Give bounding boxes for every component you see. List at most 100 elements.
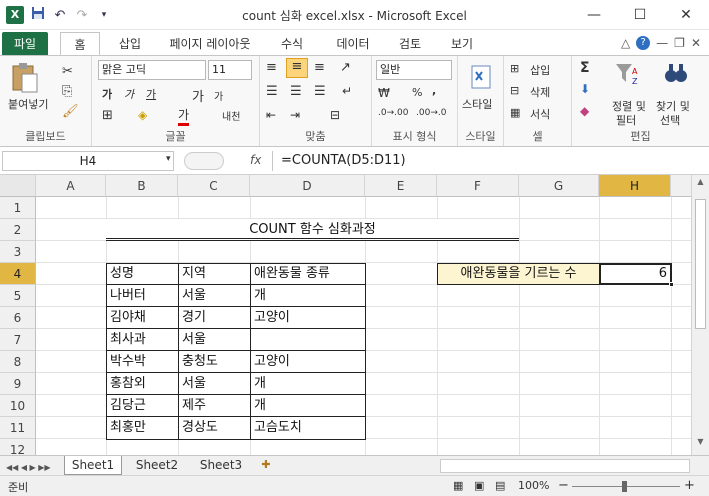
tab-home[interactable]: 홈	[60, 32, 100, 57]
table-cell[interactable]: 박수박	[106, 351, 146, 373]
row-header-3[interactable]: 3	[0, 241, 36, 263]
help-icon[interactable]: ?	[636, 36, 651, 50]
table-cell[interactable]: 제주	[178, 395, 206, 417]
table-cell[interactable]: 서울	[178, 373, 206, 395]
increase-decimal-icon[interactable]: .0→.00	[378, 108, 408, 118]
workbook-close-icon[interactable]: ✕	[691, 36, 701, 50]
insert-cells-button[interactable]: 삽입	[530, 62, 550, 78]
header-cell-region[interactable]: 지역	[178, 263, 206, 285]
comma-button[interactable]: ,	[432, 84, 436, 97]
row-header-6[interactable]: 6	[0, 307, 36, 329]
page-break-view-icon[interactable]: ▤	[495, 479, 505, 492]
row-header-12[interactable]: 12	[0, 439, 36, 455]
styles-button[interactable]: 스타일	[462, 96, 492, 112]
zoom-slider-thumb[interactable]	[622, 481, 627, 492]
font-size-select[interactable]: 11	[208, 60, 252, 80]
currency-icon[interactable]: ₩	[378, 86, 390, 100]
align-center-icon[interactable]: ☰	[290, 84, 302, 99]
italic-button[interactable]: 가	[124, 86, 134, 102]
format-cells-icon[interactable]: ▦	[510, 106, 520, 119]
pet-owner-count-label[interactable]: 애완동물을 기르는 수	[437, 263, 600, 285]
table-cell[interactable]: 개	[250, 395, 266, 417]
insert-function-button[interactable]: fx	[250, 153, 261, 167]
column-header-h[interactable]: H	[599, 175, 671, 197]
sort-filter-button-line2[interactable]: 필터	[616, 112, 636, 128]
scrollbar-thumb[interactable]	[695, 199, 706, 329]
tab-view[interactable]: 보기	[442, 32, 482, 56]
name-box-dropdown-icon[interactable]: ▾	[166, 154, 171, 164]
sheet-tab-2[interactable]: Sheet2	[128, 456, 186, 475]
underline-button[interactable]: 가	[146, 86, 156, 102]
table-cell[interactable]: 고슴도치	[250, 417, 302, 439]
align-left-icon[interactable]: ☰	[266, 84, 278, 99]
decrease-decimal-icon[interactable]: .00→.0	[416, 108, 446, 118]
row-header-10[interactable]: 10	[0, 395, 36, 417]
table-cell[interactable]: 서울	[178, 329, 206, 351]
styles-icon[interactable]	[470, 64, 492, 93]
delete-cells-icon[interactable]: ⊟	[510, 84, 519, 97]
sheet-tab-3[interactable]: Sheet3	[192, 456, 250, 475]
number-format-select[interactable]: 일반	[376, 60, 452, 80]
phonetic-button[interactable]: 내천	[222, 108, 240, 123]
find-select-button-line2[interactable]: 선택	[660, 112, 680, 128]
column-header-b[interactable]: B	[106, 175, 178, 197]
find-select-icon[interactable]	[662, 60, 690, 91]
horizontal-scrollbar[interactable]	[440, 459, 690, 473]
align-top-icon[interactable]: ≡	[266, 60, 277, 75]
select-all-corner[interactable]	[0, 175, 36, 197]
fill-handle[interactable]	[669, 282, 674, 287]
copy-icon[interactable]: ⎘	[62, 84, 72, 99]
shrink-font-button[interactable]: 가	[214, 88, 223, 103]
page-layout-view-icon[interactable]: ▣	[474, 479, 484, 492]
cut-icon[interactable]: ✂	[62, 64, 73, 79]
paste-button[interactable]: 붙여넣기	[8, 96, 48, 112]
insert-cells-icon[interactable]: ⊞	[510, 62, 519, 75]
table-cell[interactable]: 서울	[178, 285, 206, 307]
tab-data[interactable]: 데이터	[328, 32, 378, 56]
table-cell[interactable]: 최사과	[106, 329, 146, 351]
autosum-icon[interactable]: Σ	[580, 60, 590, 76]
sort-filter-icon[interactable]: AZ	[614, 60, 642, 91]
header-cell-pet-type[interactable]: 애완동물 종류	[250, 263, 330, 285]
scroll-down-icon[interactable]: ▼	[694, 437, 707, 453]
normal-view-icon[interactable]: ▦	[453, 479, 463, 492]
formula-input[interactable]: =COUNTA(D5:D11)	[272, 151, 706, 171]
table-cell[interactable]: 충청도	[178, 351, 218, 373]
fill-icon[interactable]: ⬇	[580, 82, 590, 96]
format-painter-icon[interactable]: 🖌	[62, 104, 79, 119]
table-cell[interactable]: 고양이	[250, 351, 290, 373]
pet-owner-count-value[interactable]: 6	[599, 263, 671, 285]
name-box[interactable]: H4	[2, 151, 174, 171]
tab-review[interactable]: 검토	[390, 32, 430, 56]
row-header-4[interactable]: 4	[0, 263, 36, 285]
font-name-select[interactable]: 맑은 고딕	[98, 60, 206, 80]
increase-indent-icon[interactable]: ⇥	[290, 108, 300, 122]
table-cell[interactable]: 고양이	[250, 307, 290, 329]
table-cell[interactable]: 최홍만	[106, 417, 146, 439]
decrease-indent-icon[interactable]: ⇤	[266, 108, 276, 122]
paste-icon[interactable]	[10, 62, 40, 97]
worksheet-grid[interactable]: A B C D E F G H 1 2 3 4 5 6 7 8 9 10 11 …	[0, 175, 691, 455]
align-right-icon[interactable]: ☰	[314, 84, 326, 99]
format-cells-button[interactable]: 서식	[530, 106, 550, 122]
minimize-button[interactable]: —	[571, 0, 617, 30]
sheet-tab-1[interactable]: Sheet1	[64, 456, 122, 475]
zoom-out-button[interactable]: −	[558, 478, 569, 493]
border-icon[interactable]: ⊞	[102, 108, 113, 123]
row-header-11[interactable]: 11	[0, 417, 36, 439]
ribbon-minimize-icon[interactable]: △	[621, 36, 630, 50]
table-cell[interactable]: 경상도	[178, 417, 218, 439]
tab-page-layout[interactable]: 페이지 레이아웃	[160, 32, 260, 56]
column-header-g[interactable]: G	[519, 175, 599, 197]
align-middle-icon[interactable]: ≡	[286, 58, 308, 78]
close-button[interactable]: ✕	[663, 0, 709, 30]
header-cell-name[interactable]: 성명	[106, 263, 134, 285]
row-header-5[interactable]: 5	[0, 285, 36, 307]
row-header-7[interactable]: 7	[0, 329, 36, 351]
table-cell[interactable]: 경기	[178, 307, 206, 329]
column-header-c[interactable]: C	[178, 175, 250, 197]
wrap-text-icon[interactable]: ↵	[342, 84, 352, 98]
table-cell[interactable]: 홍참외	[106, 373, 146, 395]
row-header-8[interactable]: 8	[0, 351, 36, 373]
tab-insert[interactable]: 삽입	[110, 32, 150, 56]
